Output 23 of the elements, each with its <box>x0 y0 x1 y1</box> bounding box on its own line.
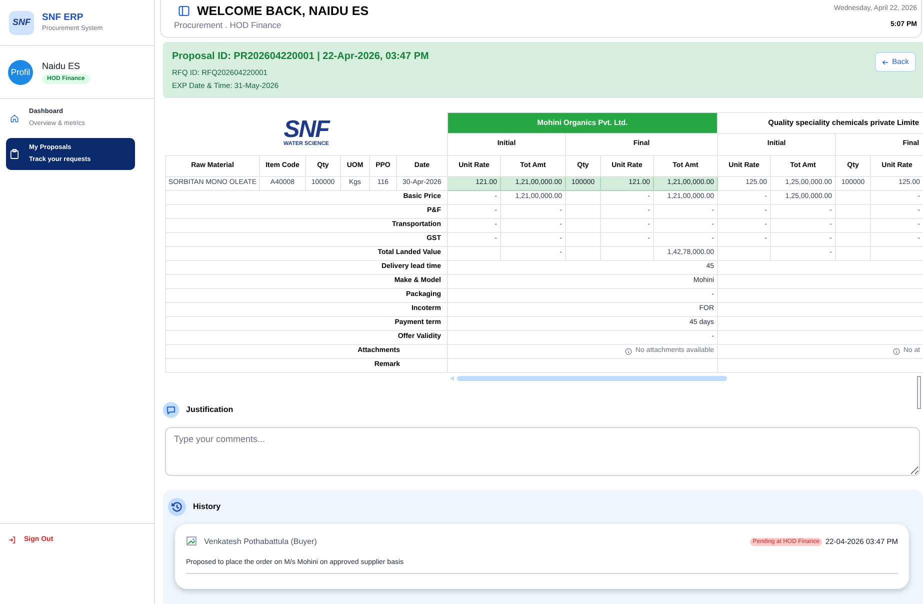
comment-field[interactable]: Type your comments... <box>165 427 920 476</box>
home-icon <box>10 114 19 122</box>
page-subtitle: Procurement . HOD Finance <box>174 19 282 31</box>
proposal-title: Proposal ID: PR202604220001 | 22-Apr-2026, 03:47 PM <box>172 50 429 64</box>
clipboard-icon <box>10 149 19 159</box>
page-title: WELCOME BACK, NAIDU ES <box>197 4 369 18</box>
sign-out-icon <box>8 536 16 544</box>
arrow-left-icon <box>882 58 890 66</box>
sidebar-toggle-icon[interactable] <box>178 5 190 17</box>
info-icon <box>625 348 632 355</box>
section-title: History <box>193 501 221 513</box>
app-logo: SNF <box>9 10 34 34</box>
history-icon <box>168 498 186 516</box>
chat-icon <box>163 402 179 418</box>
scrollbar-thumb[interactable] <box>457 376 727 381</box>
avatar: Profil <box>8 60 33 84</box>
app-name: SNF ERP <box>42 12 84 24</box>
info-icon <box>893 348 900 355</box>
history-author: Venkatesh Pothabattula (Buyer) <box>204 536 317 548</box>
section-title: Justification <box>186 404 234 416</box>
scroll-left-icon[interactable] <box>450 376 454 381</box>
user-name: Naidu ES <box>42 60 80 72</box>
vertical-scrollbar[interactable] <box>917 376 921 409</box>
